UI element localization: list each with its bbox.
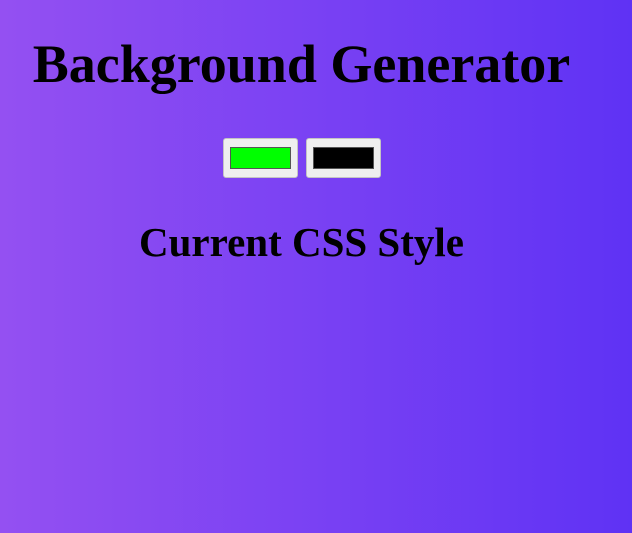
color-swatch-2 [313,147,374,169]
css-style-heading: Current CSS Style [139,219,464,265]
color-picker-2[interactable] [306,138,381,178]
color-pickers [223,138,381,178]
page-title: Background Generator [32,34,571,94]
color-swatch-1 [230,147,291,169]
color-picker-1[interactable] [223,138,298,178]
